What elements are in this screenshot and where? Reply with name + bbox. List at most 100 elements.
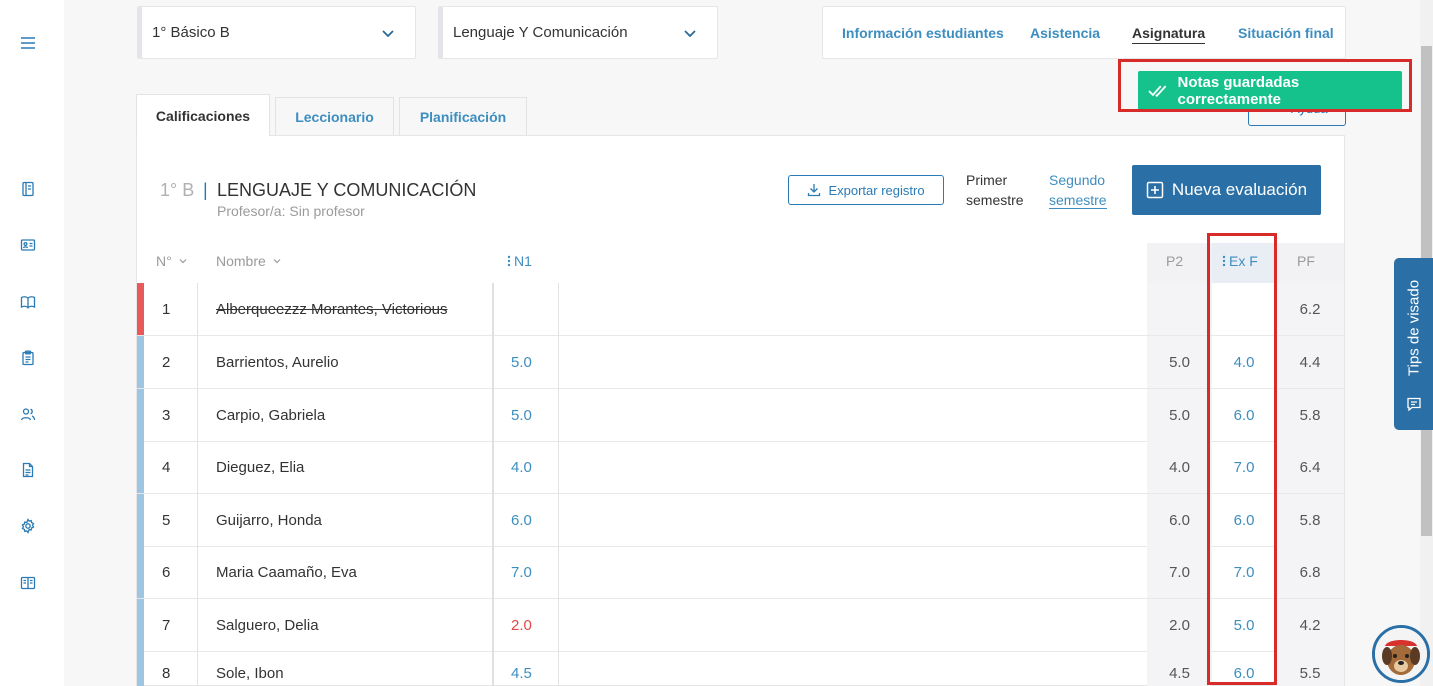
tips-tab[interactable]: Tips de visado — [1394, 258, 1433, 430]
grade-pf: 4.2 — [1276, 599, 1344, 651]
kebab-menu-icon — [507, 255, 511, 267]
tab-calificaciones[interactable]: Calificaciones — [136, 94, 270, 136]
tab-planificacion[interactable]: Planificación — [399, 97, 527, 136]
semester-second-button[interactable]: Segundo semestre — [1049, 170, 1107, 210]
table-row[interactable]: 5 Guijarro, Honda 6.0 6.0 6.0 5.8 — [137, 494, 1344, 547]
semester-second-line1: Segundo — [1049, 172, 1106, 188]
chevron-down-icon — [684, 30, 696, 38]
table-row[interactable]: 7 Salguero, Delia 2.0 2.0 5.0 4.2 — [137, 599, 1344, 652]
sidebar — [0, 0, 64, 686]
row-status-bar — [137, 389, 144, 441]
grade-p2: 7.0 — [1147, 546, 1212, 598]
tab-leccionario[interactable]: Leccionario — [275, 97, 394, 136]
row-number: 1 — [162, 300, 171, 318]
grade-n1[interactable]: 6.0 — [511, 494, 532, 546]
course-select[interactable]: 1° Básico B — [137, 6, 416, 59]
student-name[interactable]: Guijarro, Honda — [216, 494, 322, 546]
course-code: 1° B — [160, 180, 195, 200]
grade-pf: 5.5 — [1276, 651, 1344, 686]
column-divider — [197, 283, 198, 686]
nav-informacion-estudiantes[interactable]: Información estudiantes — [842, 25, 1004, 41]
nav-situacion-final[interactable]: Situación final — [1238, 25, 1334, 41]
student-name[interactable]: Carpio, Gabriela — [216, 389, 325, 441]
course-teacher: Profesor/a: Sin profesor — [217, 203, 365, 219]
student-name[interactable]: Sole, Ibon — [216, 651, 284, 686]
top-navigation: Información estudiantes Asistencia Asign… — [822, 6, 1346, 59]
row-status-bar — [137, 283, 144, 335]
dog-avatar-icon — [1375, 628, 1427, 680]
grade-p2: 4.0 — [1147, 441, 1212, 493]
grade-p2: 5.0 — [1147, 389, 1212, 441]
grade-pf: 6.4 — [1276, 441, 1344, 493]
course-separator: | — [203, 180, 208, 200]
grade-p2: 2.0 — [1147, 599, 1212, 651]
table-row[interactable]: 3 Carpio, Gabriela 5.0 5.0 6.0 5.8 — [137, 389, 1344, 442]
grade-pf: 6.8 — [1276, 546, 1344, 598]
row-number: 2 — [162, 353, 171, 371]
grade-p2: 6.0 — [1147, 494, 1212, 546]
course-name: LENGUAJE Y COMUNICACIÓN — [217, 180, 477, 200]
new-evaluation-button[interactable]: Nueva evaluación — [1132, 165, 1321, 215]
book-open-icon[interactable] — [20, 294, 36, 310]
grade-p2: 5.0 — [1147, 336, 1212, 388]
chevron-down-icon — [382, 30, 394, 38]
clipboard-icon[interactable] — [20, 350, 36, 366]
header-pf: PF — [1297, 253, 1315, 269]
book-reader-icon[interactable] — [20, 575, 36, 591]
id-card-icon[interactable] — [20, 237, 36, 253]
header-number[interactable]: N° — [156, 253, 188, 269]
grade-n1[interactable]: 4.5 — [511, 651, 532, 686]
student-name[interactable]: Dieguez, Elia — [216, 441, 304, 493]
student-name[interactable]: Salguero, Delia — [216, 599, 319, 651]
grade-pf: 5.8 — [1276, 389, 1344, 441]
row-status-bar — [137, 494, 144, 546]
chevron-down-icon — [179, 259, 187, 264]
nav-asistencia[interactable]: Asistencia — [1030, 25, 1100, 41]
table-row[interactable]: 1 Alberqueezzz Morantes, Victorious 6.2 — [137, 283, 1344, 336]
grade-n1[interactable]: 5.0 — [511, 336, 532, 388]
student-name[interactable]: Maria Caamaño, Eva — [216, 546, 357, 598]
subject-select[interactable]: Lenguaje Y Comunicación — [438, 6, 718, 59]
grade-n1[interactable]: 5.0 — [511, 389, 532, 441]
notebook-icon[interactable] — [20, 181, 36, 197]
semester-first-line2: semestre — [966, 192, 1024, 208]
exf-column-highlight-box — [1207, 233, 1277, 685]
table-row[interactable]: 4 Dieguez, Elia 4.0 4.0 7.0 6.4 — [137, 441, 1344, 494]
settings-icon[interactable] — [20, 518, 36, 534]
toast-highlight-box — [1118, 59, 1412, 112]
grade-p2 — [1147, 283, 1212, 335]
grade-n1[interactable]: 7.0 — [511, 546, 532, 598]
nav-asignatura[interactable]: Asignatura — [1132, 25, 1206, 44]
table-row[interactable]: 6 Maria Caamaño, Eva 7.0 7.0 7.0 6.8 — [137, 546, 1344, 599]
table-row[interactable]: 8 Sole, Ibon 4.5 4.5 6.0 5.5 — [137, 651, 1344, 686]
table-row[interactable]: 2 Barrientos, Aurelio 5.0 5.0 4.0 4.4 — [137, 336, 1344, 389]
row-status-bar — [137, 546, 144, 598]
document-icon[interactable] — [20, 462, 36, 478]
course-select-value: 1° Básico B — [152, 24, 230, 41]
plus-square-icon — [1146, 181, 1164, 199]
grade-n1[interactable]: 4.0 — [511, 441, 532, 493]
users-icon[interactable] — [20, 406, 36, 422]
grade-p2-value: 4.5 — [1169, 664, 1190, 682]
row-status-bar — [137, 599, 144, 651]
header-name[interactable]: Nombre — [216, 253, 282, 269]
grade-n1[interactable]: 2.0 — [511, 599, 532, 651]
student-name[interactable]: Alberqueezzz Morantes, Victorious — [216, 283, 448, 335]
semester-first-button[interactable]: Primer semestre — [966, 170, 1024, 210]
row-number: 8 — [162, 664, 171, 682]
header-n1-label: N1 — [514, 253, 532, 269]
header-p2: P2 — [1166, 253, 1184, 269]
student-name[interactable]: Barrientos, Aurelio — [216, 336, 339, 388]
new-evaluation-label: Nueva evaluación — [1171, 180, 1308, 199]
row-status-bar — [137, 336, 144, 388]
assistant-avatar[interactable] — [1372, 625, 1430, 683]
grade-pf: 4.4 — [1276, 336, 1344, 388]
header-n1[interactable]: N1 — [507, 253, 532, 269]
header-name-label: Nombre — [216, 253, 266, 269]
semester-first-line1: Primer — [966, 172, 1008, 188]
column-divider — [558, 283, 559, 686]
grade-pf-value: 5.5 — [1299, 664, 1321, 682]
row-number: 5 — [162, 511, 171, 529]
menu-icon[interactable] — [20, 35, 36, 51]
export-register-button[interactable]: Exportar registro — [788, 175, 944, 205]
